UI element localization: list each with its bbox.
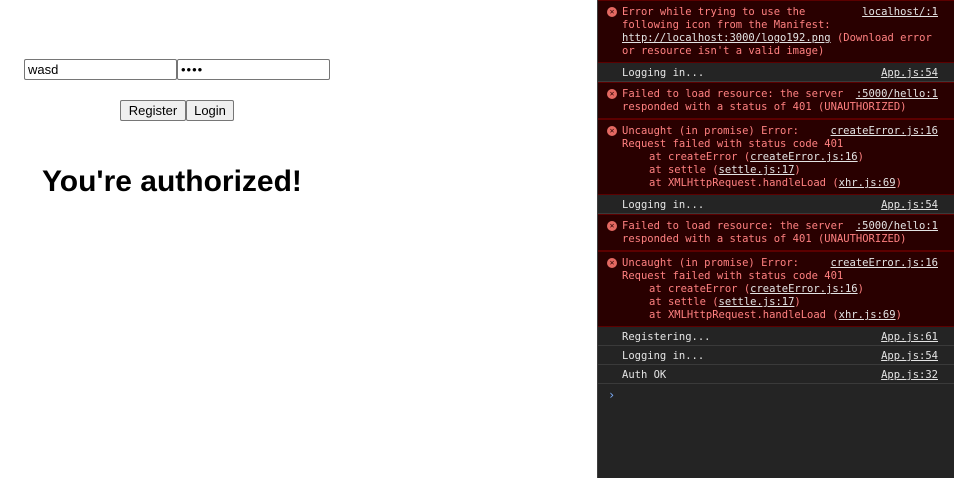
login-button[interactable]: Login (186, 100, 234, 121)
stack-frame-suffix: ) (857, 151, 864, 163)
stack-frame-prefix: at settle ( (649, 164, 719, 176)
console-log-message: App.js:54 Logging in... (598, 346, 954, 365)
source-link[interactable]: :5000/hello:1 (856, 88, 938, 101)
password-input[interactable] (177, 59, 330, 80)
stack-frame-suffix: ) (895, 309, 902, 321)
error-circle-icon: ✕ (607, 7, 617, 17)
console-error-message: ✕ :5000/hello:1 Failed to load resource:… (598, 82, 954, 119)
log-text: Auth OK (622, 369, 667, 381)
log-text: Registering... (622, 331, 711, 343)
error-text: Request failed with status code 401 (622, 138, 844, 150)
stack-frame-suffix: ) (794, 296, 801, 308)
error-circle-icon: ✕ (607, 126, 617, 136)
log-text: Logging in... (622, 350, 705, 362)
source-link[interactable]: :5000/hello:1 (856, 220, 938, 233)
console-log-message: App.js:61 Registering... (598, 327, 954, 346)
stack-frame-suffix: ) (794, 164, 801, 176)
source-link[interactable]: App.js:54 (881, 350, 938, 363)
source-link[interactable]: createError.js:16 (831, 125, 938, 138)
console-prompt[interactable]: › (598, 384, 954, 406)
error-text: following icon from the Manifest: (622, 19, 831, 31)
error-text: (UNAUTHORIZED) (817, 101, 907, 113)
stack-frame: at XMLHttpRequest.handleLoad (xhr.js:69) (622, 309, 938, 322)
log-text: Logging in... (622, 67, 705, 79)
stack-frame-prefix: at XMLHttpRequest.handleLoad ( (649, 177, 839, 189)
stack-frame-link[interactable]: settle.js:17 (719, 296, 795, 308)
chevron-right-icon: › (608, 388, 616, 402)
console-error-message: ✕ localhost/:1 Error while trying to use… (598, 0, 954, 63)
stack-frame-prefix: at settle ( (649, 296, 719, 308)
error-circle-icon: ✕ (607, 258, 617, 268)
devtools-console: ✕ localhost/:1 Error while trying to use… (597, 0, 954, 478)
source-link[interactable]: App.js:54 (881, 199, 938, 212)
stack-frame-link[interactable]: settle.js:17 (719, 164, 795, 176)
source-link[interactable]: createError.js:16 (831, 257, 938, 270)
console-log-message: App.js:32 Auth OK (598, 365, 954, 384)
username-input[interactable] (24, 59, 177, 80)
stack-frame-suffix: ) (895, 177, 902, 189)
stack-frame: at createError (createError.js:16) (622, 151, 938, 164)
stack-frame: at settle (settle.js:17) (622, 296, 938, 309)
stack-frame: at createError (createError.js:16) (622, 283, 938, 296)
stack-frame-prefix: at XMLHttpRequest.handleLoad ( (649, 309, 839, 321)
error-text: Failed to load resource: the (622, 220, 800, 232)
stack-frame-link[interactable]: createError.js:16 (750, 151, 857, 163)
manifest-icon-url-link[interactable]: http://localhost:3000/logo192.png (622, 32, 831, 44)
console-log-message: App.js:54 Logging in... (598, 195, 954, 214)
source-link[interactable]: App.js:32 (881, 369, 938, 382)
register-button[interactable]: Register (120, 100, 186, 121)
stack-frame-link[interactable]: xhr.js:69 (839, 309, 896, 321)
stack-frame-link[interactable]: createError.js:16 (750, 283, 857, 295)
stack-frame-link[interactable]: xhr.js:69 (839, 177, 896, 189)
console-error-message: ✕ :5000/hello:1 Failed to load resource:… (598, 214, 954, 251)
error-text: Error while trying to use the (622, 6, 806, 18)
error-text: Failed to load resource: the (622, 88, 800, 100)
log-text: Logging in... (622, 199, 705, 211)
console-error-message: ✕ createError.js:16 Uncaught (in promise… (598, 119, 954, 195)
console-error-message: ✕ createError.js:16 Uncaught (in promise… (598, 251, 954, 327)
source-link[interactable]: App.js:61 (881, 331, 938, 344)
stack-frame: at settle (settle.js:17) (622, 164, 938, 177)
auth-status-message: You're authorized! (42, 165, 302, 198)
error-circle-icon: ✕ (607, 221, 617, 231)
error-circle-icon: ✕ (607, 89, 617, 99)
source-link[interactable]: localhost/:1 (862, 6, 938, 19)
error-text: (UNAUTHORIZED) (817, 233, 907, 245)
source-link[interactable]: App.js:54 (881, 67, 938, 80)
stack-frame-prefix: at createError ( (649, 283, 751, 295)
error-text: Request failed with status code 401 (622, 270, 844, 282)
app-page: Register Login You're authorized! (0, 0, 597, 478)
stack-frame-prefix: at createError ( (649, 151, 751, 163)
stack-frame: at XMLHttpRequest.handleLoad (xhr.js:69) (622, 177, 938, 190)
stack-frame-suffix: ) (857, 283, 864, 295)
console-log-message: App.js:54 Logging in... (598, 63, 954, 82)
